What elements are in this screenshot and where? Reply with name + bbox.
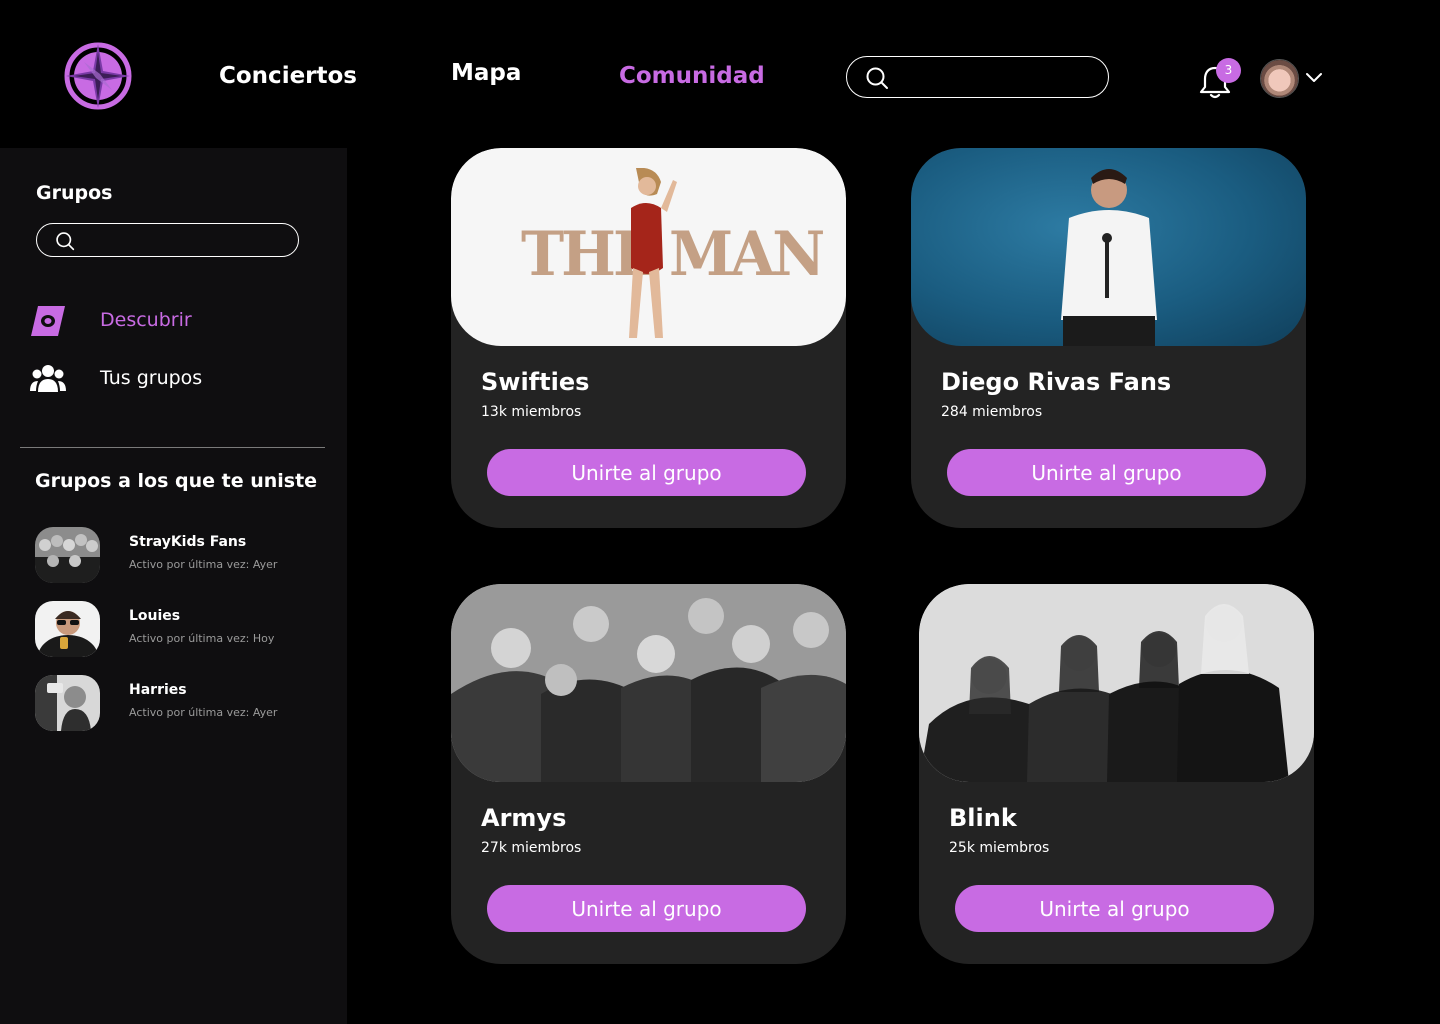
profile-menu[interactable] [1260, 59, 1330, 99]
group-card: Armys 27k miembros Unirte al grupo [451, 584, 846, 964]
group-last-active: Activo por última vez: Hoy [129, 632, 275, 645]
performer-figure [629, 168, 677, 338]
sidebar-item-tus-grupos[interactable]: Tus grupos [30, 360, 320, 400]
group-thumbnail [35, 601, 100, 657]
join-group-button[interactable]: Unirte al grupo [487, 885, 806, 932]
group-cover-image [919, 584, 1314, 782]
chevron-down-icon [1306, 73, 1322, 82]
group-search[interactable] [36, 223, 299, 257]
cover-text: MAN [669, 218, 825, 290]
global-search-input[interactable] [897, 63, 1097, 91]
sidebar-item-label: Tus grupos [100, 367, 203, 389]
group-name: Swifties [481, 368, 590, 396]
sidebar-item-label: Descubrir [100, 309, 192, 331]
notification-badge: 3 [1216, 58, 1241, 83]
joined-group-item[interactable]: Harries Activo por última vez: Ayer [35, 675, 325, 731]
sidebar-item-descubrir[interactable]: Descubrir [30, 302, 320, 342]
performer-figure [1061, 169, 1157, 346]
group-last-active: Activo por última vez: Ayer [129, 706, 278, 719]
group-photo [451, 584, 846, 782]
joined-group-item[interactable]: Louies Activo por última vez: Hoy [35, 601, 325, 657]
people-icon [30, 365, 66, 392]
group-search-input[interactable] [83, 228, 283, 252]
nav-link-conciertos[interactable]: Conciertos [219, 63, 357, 89]
group-last-active: Activo por última vez: Ayer [129, 558, 278, 571]
joined-groups-title: Grupos a los que te uniste [35, 470, 318, 492]
group-card: Diego Rivas Fans 284 miembros Unirte al … [911, 148, 1306, 528]
join-group-button[interactable]: Unirte al grupo [947, 449, 1266, 496]
search-icon [866, 67, 888, 89]
join-group-button[interactable]: Unirte al grupo [487, 449, 806, 496]
group-card: Blink 25k miembros Unirte al grupo [919, 584, 1314, 964]
joined-group-item[interactable]: StrayKids Fans Activo por última vez: Ay… [35, 527, 325, 583]
nav-link-mapa[interactable]: Mapa [451, 60, 521, 86]
group-cover-image: THE MAN [451, 148, 846, 346]
compass-logo-icon[interactable] [64, 42, 132, 110]
search-icon [56, 232, 75, 251]
nav-link-comunidad[interactable]: Comunidad [619, 63, 765, 89]
member-count: 25k miembros [949, 840, 1050, 856]
group-cover-image [911, 148, 1306, 346]
divider [20, 447, 325, 448]
sidebar-title: Grupos [36, 182, 113, 204]
compass-icon [31, 306, 65, 336]
sidebar: Grupos Descubrir Tus grupos Grupos a los… [0, 148, 347, 1024]
group-name: Louies [129, 608, 181, 624]
group-name: StrayKids Fans [129, 534, 247, 550]
group-name: Harries [129, 682, 187, 698]
avatar [1260, 59, 1299, 98]
member-count: 13k miembros [481, 404, 582, 420]
member-count: 284 miembros [941, 404, 1043, 420]
group-name: Diego Rivas Fans [941, 368, 1172, 396]
join-group-button[interactable]: Unirte al grupo [955, 885, 1274, 932]
global-search[interactable] [846, 56, 1109, 98]
group-card: THE MAN Swifties 13k miembros Unirte al … [451, 148, 846, 528]
member-count: 27k miembros [481, 840, 582, 856]
group-cover-image [451, 584, 846, 782]
group-name: Armys [481, 804, 567, 832]
group-photo [919, 584, 1314, 782]
top-navigation: Conciertos Mapa Comunidad 3 [0, 0, 1440, 148]
group-thumbnail [35, 527, 100, 583]
group-name: Blink [949, 804, 1017, 832]
group-thumbnail [35, 675, 100, 731]
